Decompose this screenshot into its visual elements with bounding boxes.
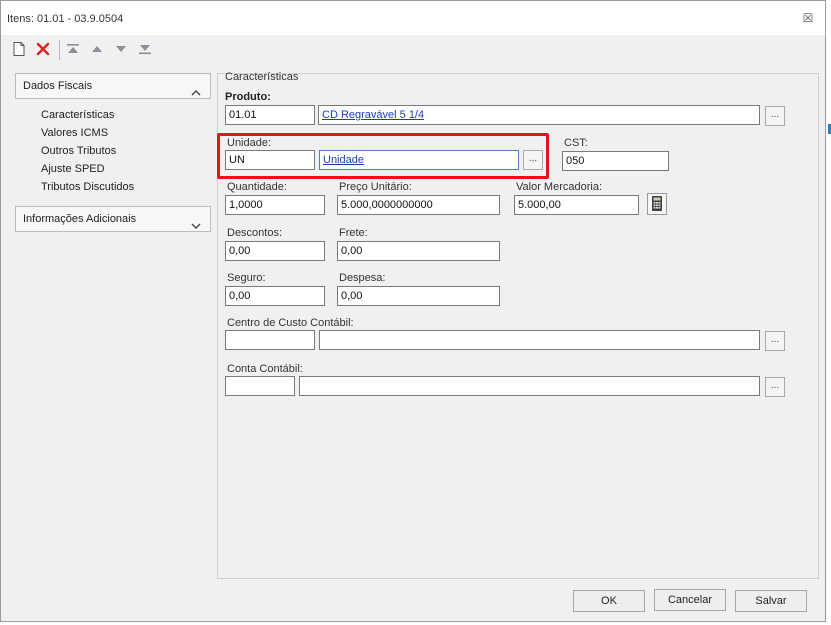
move-down-icon[interactable] xyxy=(113,41,129,57)
close-icon[interactable]: ☒ xyxy=(801,12,815,24)
unidade-code-input[interactable]: UN xyxy=(225,150,315,170)
sidebar-section-label: Dados Fiscais xyxy=(23,80,93,92)
sidebar: Dados Fiscais Características Valores IC… xyxy=(15,73,211,232)
produto-description-input[interactable]: CD Regravável 5 1/4 xyxy=(318,105,760,125)
sidebar-item-caracteristicas[interactable]: Características xyxy=(41,106,211,124)
window-title: Itens: 01.01 - 03.9.0504 xyxy=(7,13,124,25)
conta-contabil-label: Conta Contábil: xyxy=(227,363,303,375)
move-up-icon[interactable] xyxy=(89,41,105,57)
title-bar: Itens: 01.01 - 03.9.0504 ☒ xyxy=(1,1,825,35)
unidade-description-input[interactable]: Unidade xyxy=(319,150,519,170)
calculator-icon[interactable] xyxy=(647,193,667,215)
valor-mercadoria-input[interactable]: 5.000,00 xyxy=(514,195,639,215)
sidebar-section-dados-fiscais[interactable]: Dados Fiscais xyxy=(15,73,211,99)
cst-label: CST: xyxy=(564,137,588,149)
sidebar-item-ajuste-sped[interactable]: Ajuste SPED xyxy=(41,160,211,178)
quantidade-label: Quantidade: xyxy=(227,181,287,193)
unidade-label: Unidade: xyxy=(227,137,272,149)
centro-custo-label: Centro de Custo Contábil: xyxy=(227,317,354,329)
chevron-down-icon[interactable] xyxy=(191,215,201,229)
preco-unitario-label: Preço Unitário: xyxy=(339,181,412,193)
move-first-icon[interactable] xyxy=(65,41,81,57)
sidebar-items: Características Valores ICMS Outros Trib… xyxy=(15,99,211,206)
descontos-input[interactable]: 0,00 xyxy=(225,241,325,261)
frete-input[interactable]: 0,00 xyxy=(337,241,500,261)
move-last-icon[interactable] xyxy=(137,41,153,57)
cst-input[interactable]: 050 xyxy=(562,151,669,171)
sidebar-item-outros-tributos[interactable]: Outros Tributos xyxy=(41,142,211,160)
despesa-label: Despesa: xyxy=(339,272,386,284)
conta-contabil-description-input[interactable] xyxy=(299,376,760,396)
produto-code-input[interactable]: 01.01 xyxy=(225,105,315,125)
sidebar-item-tributos-discutidos[interactable]: Tributos Discutidos xyxy=(41,178,211,196)
centro-custo-description-input[interactable] xyxy=(319,330,760,350)
descontos-label: Descontos: xyxy=(227,227,283,239)
produto-lookup-button[interactable]: ... xyxy=(765,106,785,126)
seguro-label: Seguro: xyxy=(227,272,266,284)
chevron-up-icon[interactable] xyxy=(191,82,201,96)
ok-button[interactable]: OK xyxy=(573,590,645,612)
centro-custo-lookup-button[interactable]: ... xyxy=(765,331,785,351)
centro-custo-code-input[interactable] xyxy=(225,330,315,350)
toolbar xyxy=(1,35,825,63)
cancel-button[interactable]: Cancelar xyxy=(654,589,726,611)
conta-contabil-code-input[interactable] xyxy=(225,376,295,396)
toolbar-separator xyxy=(59,40,60,60)
seguro-input[interactable]: 0,00 xyxy=(225,286,325,306)
save-button[interactable]: Salvar xyxy=(735,590,807,612)
sidebar-section-informacoes-adicionais[interactable]: Informações Adicionais xyxy=(15,206,211,232)
produto-label: Produto: xyxy=(225,91,271,103)
sidebar-item-valores-icms[interactable]: Valores ICMS xyxy=(41,124,211,142)
sidebar-section-label: Informações Adicionais xyxy=(23,213,137,225)
dialog-window: Itens: 01.01 - 03.9.0504 ☒ Dados Fiscais xyxy=(0,0,826,622)
conta-contabil-lookup-button[interactable]: ... xyxy=(765,377,785,397)
valor-mercadoria-label: Valor Mercadoria: xyxy=(516,181,602,193)
preco-unitario-input[interactable]: 5.000,0000000000 xyxy=(337,195,500,215)
despesa-input[interactable]: 0,00 xyxy=(337,286,500,306)
quantidade-input[interactable]: 1,0000 xyxy=(225,195,325,215)
new-document-icon[interactable] xyxy=(11,41,27,57)
delete-x-icon[interactable] xyxy=(35,41,51,57)
frete-label: Frete: xyxy=(339,227,368,239)
section-title: Características xyxy=(225,71,299,83)
unidade-lookup-button[interactable]: ... xyxy=(523,150,543,170)
